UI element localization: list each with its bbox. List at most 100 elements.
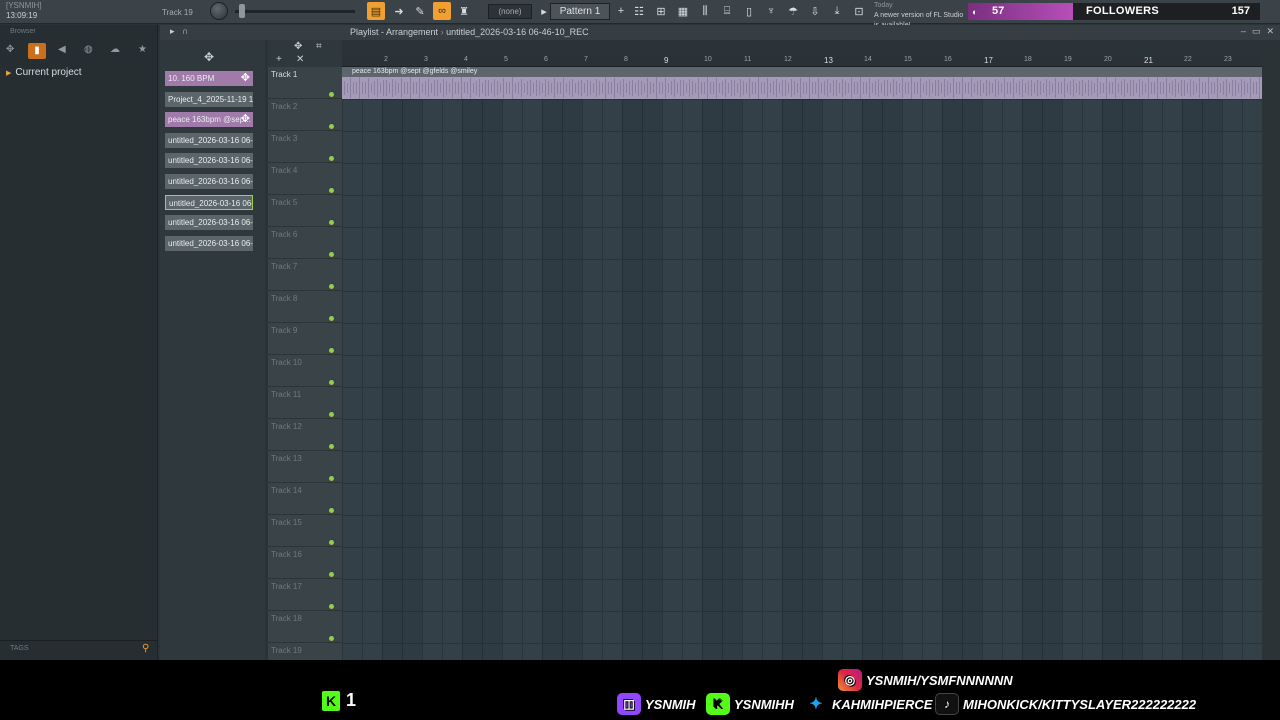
tempo-tapper-icon[interactable]: ☂ xyxy=(784,2,802,20)
project-files-icon[interactable]: ▮ xyxy=(28,43,46,59)
track-mute-led-icon[interactable] xyxy=(329,572,334,577)
track-header[interactable]: Track 10 xyxy=(268,355,342,387)
picker-item[interactable]: untitled_2026-03-16 06-... xyxy=(165,174,253,189)
database-icon[interactable]: ◍ xyxy=(84,44,93,55)
track-header[interactable]: Track 7 xyxy=(268,259,342,291)
picker-item[interactable]: Project_4_2025-11-19 1... xyxy=(165,91,253,107)
shop-icon[interactable]: ⊡ xyxy=(850,2,868,20)
scroll-move-icon[interactable]: ✥ xyxy=(294,41,302,52)
track-header[interactable]: Track 9 xyxy=(268,323,342,355)
arrangement-breadcrumb[interactable]: untitled_2026-03-16 06-46-10_REC xyxy=(446,27,589,37)
picker-item[interactable]: peace 163bpm @sep... ✥ xyxy=(165,112,253,128)
track-header[interactable]: Track 11 xyxy=(268,387,342,419)
track-header[interactable]: Track 17 xyxy=(268,579,342,611)
picker-item[interactable]: untitled_2026-03-16 06-... xyxy=(165,153,253,169)
track-header[interactable]: Track 16 xyxy=(268,547,342,579)
track-mute-led-icon[interactable] xyxy=(329,188,334,193)
track-mute-led-icon[interactable] xyxy=(329,540,334,545)
track-mute-led-icon[interactable] xyxy=(329,412,334,417)
track-header[interactable]: Track 18 xyxy=(268,611,342,643)
master-volume-knob[interactable] xyxy=(210,2,228,20)
track-mute-led-icon[interactable] xyxy=(329,92,334,97)
picker-item[interactable]: untitled_2026-03-16 06-... xyxy=(165,215,253,231)
maximize-icon[interactable]: ▭ xyxy=(1252,26,1261,36)
browser-icon[interactable]: ⌸ xyxy=(718,2,736,20)
browser-item-current-project[interactable]: ▶ Current project xyxy=(6,67,82,78)
master-pitch-slider[interactable] xyxy=(235,4,355,18)
audio-clip[interactable]: peace 163bpm @sept @gfelds @smiley xyxy=(342,67,1262,99)
window-controls: – ▭ ✕ xyxy=(1235,26,1274,37)
picker-item[interactable]: 10. 160 BPM ✥ xyxy=(165,71,253,86)
track-header[interactable]: Track 5 xyxy=(268,195,342,227)
playlist-grid[interactable] xyxy=(342,67,1262,660)
picker-item[interactable]: untitled_2026-03-16 06-... xyxy=(165,194,253,210)
picker-item[interactable]: untitled_2026-03-16 06-... xyxy=(165,235,253,251)
track-header[interactable]: Track 14 xyxy=(268,483,342,515)
track-header[interactable]: Track 4 xyxy=(268,163,342,195)
track-header[interactable]: Track 3 xyxy=(268,131,342,163)
add-track-icon[interactable]: + xyxy=(276,54,282,65)
expand-icon[interactable]: ✥ xyxy=(6,44,14,55)
track-header[interactable]: Track 2 xyxy=(268,99,342,131)
track-mute-led-icon[interactable] xyxy=(329,444,334,449)
ruler-bar-number: 18 xyxy=(1024,56,1032,63)
track-header[interactable]: Track 6 xyxy=(268,227,342,259)
pattern-move-icon[interactable]: ✥ xyxy=(241,112,250,127)
track-mute-led-icon[interactable] xyxy=(329,220,334,225)
track-header[interactable]: Track 1 xyxy=(268,67,342,99)
track-mute-led-icon[interactable] xyxy=(329,284,334,289)
vertical-scrollbar[interactable] xyxy=(1262,40,1280,660)
pattern-song-toggle-icon[interactable]: ▤ xyxy=(367,2,385,20)
track-mute-led-icon[interactable] xyxy=(329,636,334,641)
playlist-icon[interactable]: ☷ xyxy=(630,2,648,20)
piano-roll-icon[interactable]: ⊞ xyxy=(652,2,670,20)
magnet-icon[interactable]: ∩ xyxy=(182,26,188,36)
pattern-move-icon[interactable]: ✥ xyxy=(241,71,250,86)
track-name: Track 19 xyxy=(271,646,302,655)
track-name: Track 15 xyxy=(271,518,302,527)
picker-move-icon[interactable]: ✥ xyxy=(204,50,214,64)
export-icon[interactable]: ⤓ xyxy=(828,2,846,20)
download-icon[interactable]: ⇩ xyxy=(806,2,824,20)
news-date: Today xyxy=(874,2,893,9)
track-mute-led-icon[interactable] xyxy=(329,380,334,385)
step-edit-icon[interactable]: ➜ xyxy=(390,2,408,20)
search-icon[interactable]: ⚲ xyxy=(142,643,149,654)
channel-rack-icon[interactable]: ▦ xyxy=(674,2,692,20)
track-mute-led-icon[interactable] xyxy=(329,508,334,513)
track-mute-led-icon[interactable] xyxy=(329,124,334,129)
track-mute-led-icon[interactable] xyxy=(329,316,334,321)
track-mute-led-icon[interactable] xyxy=(329,476,334,481)
link-icon[interactable]: ∞ xyxy=(433,2,451,20)
draw-icon[interactable]: ✎ xyxy=(411,2,429,20)
snap-select[interactable]: (none) xyxy=(488,4,532,19)
favorites-star-icon[interactable]: ★ xyxy=(138,44,147,55)
metronome-icon[interactable]: ♜ xyxy=(455,2,473,20)
track-mute-led-icon[interactable] xyxy=(329,348,334,353)
pattern-selector[interactable]: Pattern 1 xyxy=(550,3,610,20)
minimize-icon[interactable]: – xyxy=(1241,26,1246,36)
tool-icon[interactable]: ⌗ xyxy=(316,41,322,52)
picker-item[interactable]: untitled_2026-03-16 06-... xyxy=(165,132,253,148)
add-pattern-icon[interactable]: + xyxy=(612,2,630,20)
track-mute-led-icon[interactable] xyxy=(329,604,334,609)
play-arrow-icon[interactable]: ▸ xyxy=(170,26,175,37)
track-header[interactable]: Track 15 xyxy=(268,515,342,547)
mixer-icon[interactable]: ⫼ xyxy=(696,2,714,20)
cloud-icon[interactable]: ☁ xyxy=(110,44,120,55)
slider-thumb[interactable] xyxy=(239,4,245,18)
track-mute-led-icon[interactable] xyxy=(329,252,334,257)
track-name: Track 9 xyxy=(271,326,298,335)
plugin-picker-icon[interactable]: ♆ xyxy=(762,2,780,20)
time-ruler[interactable]: 2 3 4 5 6 7 8 9 10 11 12 13 14 15 16 17 18 19 20 21 22 23 xyxy=(342,55,1262,67)
track-mute-led-icon[interactable] xyxy=(329,156,334,161)
track-header[interactable]: Track 13 xyxy=(268,451,342,483)
track-name: Track 6 xyxy=(271,230,298,239)
track-header[interactable]: Track 19 xyxy=(268,643,342,660)
close-icon[interactable]: ✕ xyxy=(1266,26,1274,36)
track-header[interactable]: Track 8 xyxy=(268,291,342,323)
plugins-icon[interactable]: ◀ xyxy=(58,44,66,55)
track-header[interactable]: Track 12 xyxy=(268,419,342,451)
plugin-database-icon[interactable]: ▯ xyxy=(740,2,758,20)
delete-icon[interactable]: ✕ xyxy=(296,54,304,65)
